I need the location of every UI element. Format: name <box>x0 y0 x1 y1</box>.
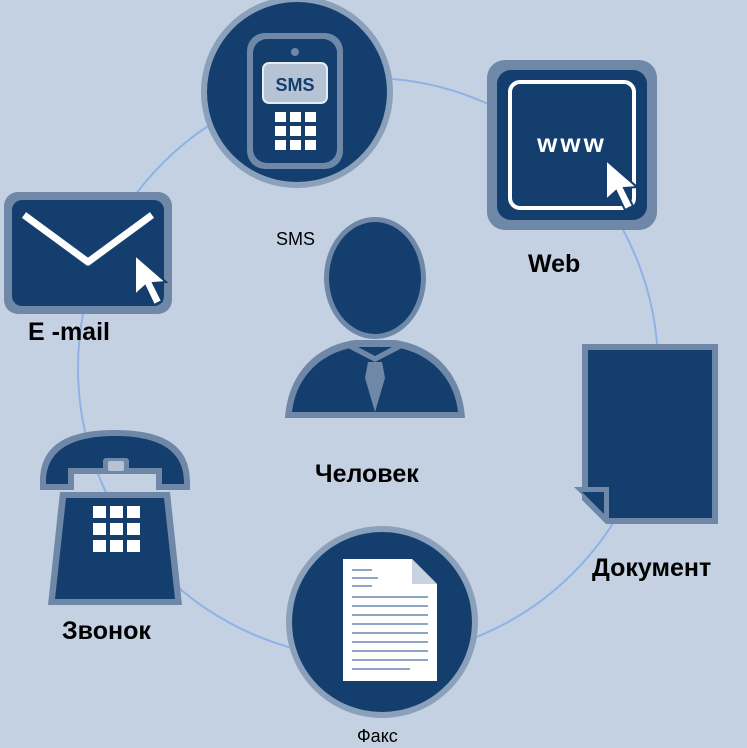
web-screen-text: www <box>536 128 607 158</box>
fax-document-icon <box>286 526 478 718</box>
person-label: Человек <box>315 460 419 488</box>
document-icon <box>574 344 718 524</box>
mobile-phone-icon: SMS <box>201 0 393 188</box>
sms-screen-text: SMS <box>275 75 314 95</box>
email-label: E -mail <box>28 318 110 346</box>
web-label: Web <box>528 250 581 278</box>
browser-cursor-icon: www <box>487 60 657 230</box>
telephone-icon <box>40 430 190 605</box>
sms-label: SMS <box>276 229 316 249</box>
envelope-icon <box>4 192 172 314</box>
call-label: Звонок <box>62 617 151 645</box>
fax-label: Факс <box>357 726 398 746</box>
document-label: Документ <box>592 554 712 582</box>
